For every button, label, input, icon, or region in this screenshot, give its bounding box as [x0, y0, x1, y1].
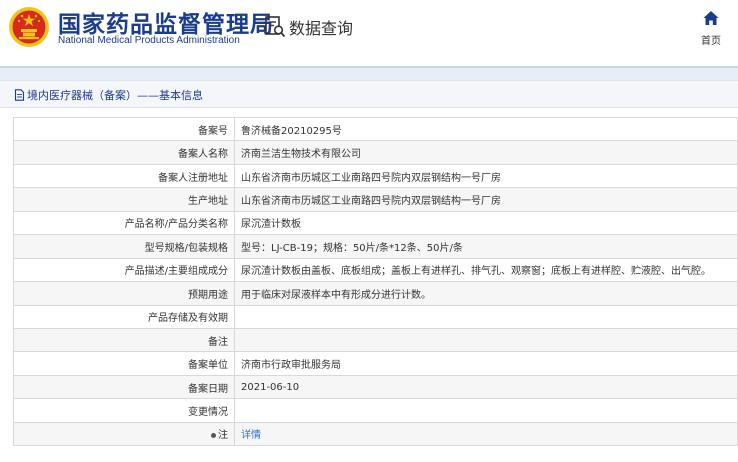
- record-detail-table: 备案号 鲁济械备20210295号 备案人名称 济南兰洁生物技术有限公司 备案人…: [13, 116, 738, 447]
- field-value: [234, 398, 738, 423]
- home-label: 首页: [701, 36, 721, 47]
- field-label: 预期用途: [13, 281, 235, 306]
- document-search-icon: [265, 16, 286, 38]
- document-icon: [14, 89, 25, 101]
- data-query-label: 数据查询: [289, 19, 354, 38]
- field-value: 2021-06-10: [234, 374, 738, 400]
- national-emblem-icon: [9, 7, 49, 47]
- home-icon: [703, 11, 719, 25]
- field-label: 注: [218, 430, 228, 442]
- data-query-title: 数据查询: [264, 14, 353, 40]
- table-row: 产品存储及有效期: [13, 304, 738, 329]
- home-link[interactable]: 首页: [696, 10, 726, 48]
- header-divider: [0, 66, 738, 80]
- table-row: 变更情况: [13, 398, 738, 423]
- field-label: 备案日期: [13, 374, 235, 400]
- field-label: 产品描述/主要组成成分: [13, 257, 235, 283]
- field-value: 尿沉渣计数板: [234, 210, 738, 236]
- field-value: [234, 304, 738, 329]
- note-value-cell: 详情: [234, 421, 738, 447]
- table-row: 备案号 鲁济械备20210295号: [13, 116, 738, 142]
- field-label: 备注: [13, 327, 235, 353]
- breadcrumb: 境内医疗器械（备案）——基本信息: [14, 87, 203, 103]
- field-value: 山东省济南市历城区工业南路四号院内双层钢结构一号厂房: [234, 163, 738, 189]
- bullet-dot-icon: [211, 432, 216, 438]
- table-row: 注 详情: [13, 421, 738, 447]
- header-divider-line: [0, 66, 738, 68]
- table-row: 备案人名称 济南兰洁生物技术有限公司: [13, 140, 738, 165]
- field-value: 型号：LJ-CB-19；规格：50片/条*12条、50片/条: [234, 234, 738, 259]
- field-label: 备案单位: [13, 351, 235, 376]
- table-row: 备注: [13, 327, 738, 353]
- field-label: 型号规格/包装规格: [13, 234, 235, 259]
- field-value: 山东省济南市历城区工业南路四号院内双层钢结构一号厂房: [234, 187, 738, 212]
- field-label: 产品存储及有效期: [13, 304, 235, 329]
- table-row: 备案日期 2021-06-10: [13, 374, 738, 400]
- field-label: 备案号: [13, 116, 235, 142]
- field-label: 产品名称/产品分类名称: [13, 210, 235, 236]
- table-row: 备案单位 济南市行政审批服务局: [13, 351, 738, 376]
- table-row: 产品名称/产品分类名称 尿沉渣计数板: [13, 210, 738, 236]
- details-link[interactable]: 详情: [241, 430, 261, 441]
- field-label: 变更情况: [13, 398, 235, 423]
- site-title-cn: 国家药品监督管理局: [58, 12, 274, 38]
- table-row: 产品描述/主要组成成分 尿沉渣计数板由盖板、底板组成；盖板上有进样孔、排气孔、观…: [13, 257, 738, 283]
- field-label: 备案人名称: [13, 140, 235, 165]
- note-label-cell: 注: [13, 421, 235, 447]
- field-label: 备案人注册地址: [13, 163, 235, 189]
- field-value: [234, 327, 738, 353]
- field-value: 鲁济械备20210295号: [234, 116, 738, 142]
- site-title-en: National Medical Products Administration: [58, 35, 240, 46]
- field-value: 尿沉渣计数板由盖板、底板组成；盖板上有进样孔、排气孔、观察窗；底板上有进样腔、贮…: [234, 257, 738, 283]
- field-value: 济南市行政审批服务局: [234, 351, 738, 376]
- table-row: 备案人注册地址 山东省济南市历城区工业南路四号院内双层钢结构一号厂房: [13, 163, 738, 189]
- breadcrumb-text: 境内医疗器械（备案）——基本信息: [27, 89, 203, 102]
- field-value: 济南兰洁生物技术有限公司: [234, 140, 738, 165]
- site-header: 国家药品监督管理局 National Medical Products Admi…: [0, 0, 738, 66]
- table-row: 型号规格/包装规格 型号：LJ-CB-19；规格：50片/条*12条、50片/条: [13, 234, 738, 259]
- field-value: 用于临床对尿液样本中有形成分进行计数。: [234, 281, 738, 306]
- table-row: 预期用途 用于临床对尿液样本中有形成分进行计数。: [13, 281, 738, 306]
- breadcrumb-bar: 境内医疗器械（备案）——基本信息: [0, 80, 738, 108]
- table-row: 生产地址 山东省济南市历城区工业南路四号院内双层钢结构一号厂房: [13, 187, 738, 212]
- field-label: 生产地址: [13, 187, 235, 212]
